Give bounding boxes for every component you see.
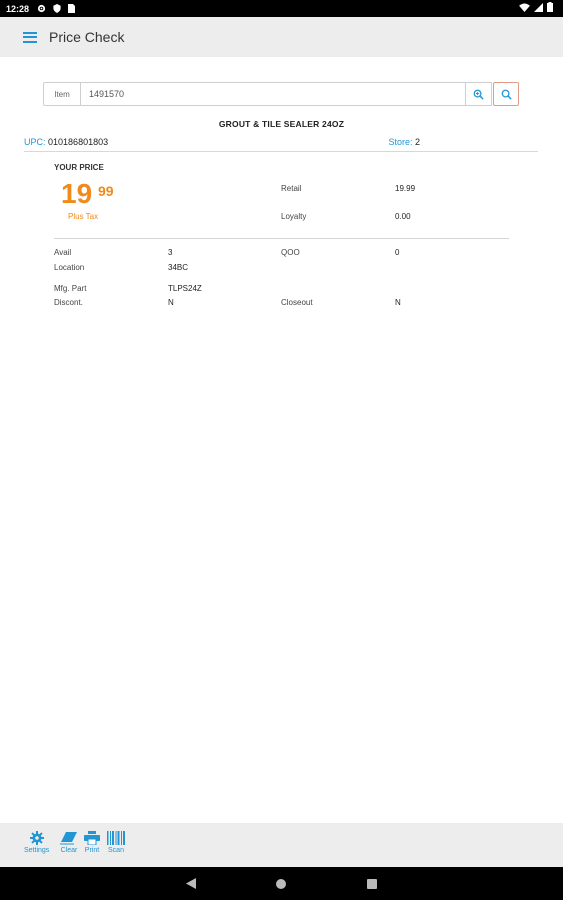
item-search-bar: Item (43, 82, 519, 106)
upc-row: UPC: 010186801803 Store: 2 (24, 137, 538, 152)
back-icon[interactable] (186, 878, 196, 889)
mfg-part-label: Mfg. Part (54, 284, 87, 293)
bottom-toolbar: Settings Clear Print Scan (0, 823, 563, 867)
printer-icon (84, 831, 100, 845)
store-value: 2 (414, 137, 420, 147)
discont-value: N (168, 298, 174, 307)
store-label: Store: (388, 137, 413, 147)
price-dollars: 19 (61, 178, 93, 209)
status-bar: 12:28 (0, 0, 563, 17)
eraser-icon (60, 832, 77, 845)
scan-label: Scan (108, 847, 124, 854)
mfg-part-value: TLPS24Z (168, 284, 202, 293)
system-nav-bar (0, 867, 563, 900)
search-button[interactable] (493, 82, 519, 106)
closeout-label: Closeout (281, 298, 313, 307)
closeout-value: N (395, 298, 401, 307)
status-time: 12:28 (6, 3, 30, 14)
item-field-label: Item (43, 82, 80, 106)
signal-icon (534, 2, 543, 12)
clear-button[interactable]: Clear (60, 831, 78, 854)
settings-label: Settings (24, 847, 50, 854)
price-cents: 99 (98, 183, 114, 199)
section-divider (54, 238, 509, 239)
status-icons-right (519, 2, 553, 12)
avail-value: 3 (168, 248, 173, 257)
settings-button[interactable]: Settings (24, 831, 49, 854)
upc-value: 010186801803 (48, 137, 109, 147)
print-button[interactable]: Print (84, 831, 100, 854)
search-icon (501, 89, 512, 100)
home-icon[interactable] (276, 879, 286, 889)
status-icons-left (37, 4, 76, 13)
retail-label: Retail (281, 184, 302, 193)
discont-label: Discont. (54, 298, 83, 307)
sim-icon (68, 4, 76, 13)
qoo-value: 0 (395, 248, 400, 257)
gear-icon (29, 831, 44, 845)
avail-label: Avail (54, 248, 72, 257)
retail-value: 19.99 (395, 184, 416, 193)
shield-icon (53, 4, 61, 13)
settings-notification-icon (37, 4, 46, 13)
product-name: GROUT & TILE SEALER 24OZ (218, 119, 345, 129)
barcode-icon (107, 831, 125, 845)
menu-icon[interactable] (23, 31, 37, 43)
clear-label: Clear (60, 847, 78, 854)
upc-label: UPC: (24, 137, 46, 147)
qoo-label: QOO (281, 248, 300, 257)
location-label: Location (54, 263, 85, 272)
scan-button[interactable]: Scan (107, 831, 125, 854)
plus-tax-label: Plus Tax (68, 212, 99, 221)
item-number-input[interactable] (80, 82, 466, 106)
recent-apps-icon[interactable] (367, 879, 377, 889)
wifi-icon (519, 2, 530, 12)
location-value: 34BC (168, 263, 189, 272)
page-title: Price Check (49, 29, 125, 45)
your-price-label: YOUR PRICE (54, 163, 104, 172)
print-label: Print (84, 847, 100, 854)
store-group: Store: 2 (388, 137, 420, 147)
zoom-button[interactable] (466, 82, 492, 106)
loyalty-value: 0.00 (395, 212, 411, 221)
loyalty-label: Loyalty (281, 212, 307, 221)
app-bar: Price Check (0, 17, 563, 57)
zoom-in-icon (473, 89, 484, 100)
battery-icon (547, 2, 553, 12)
